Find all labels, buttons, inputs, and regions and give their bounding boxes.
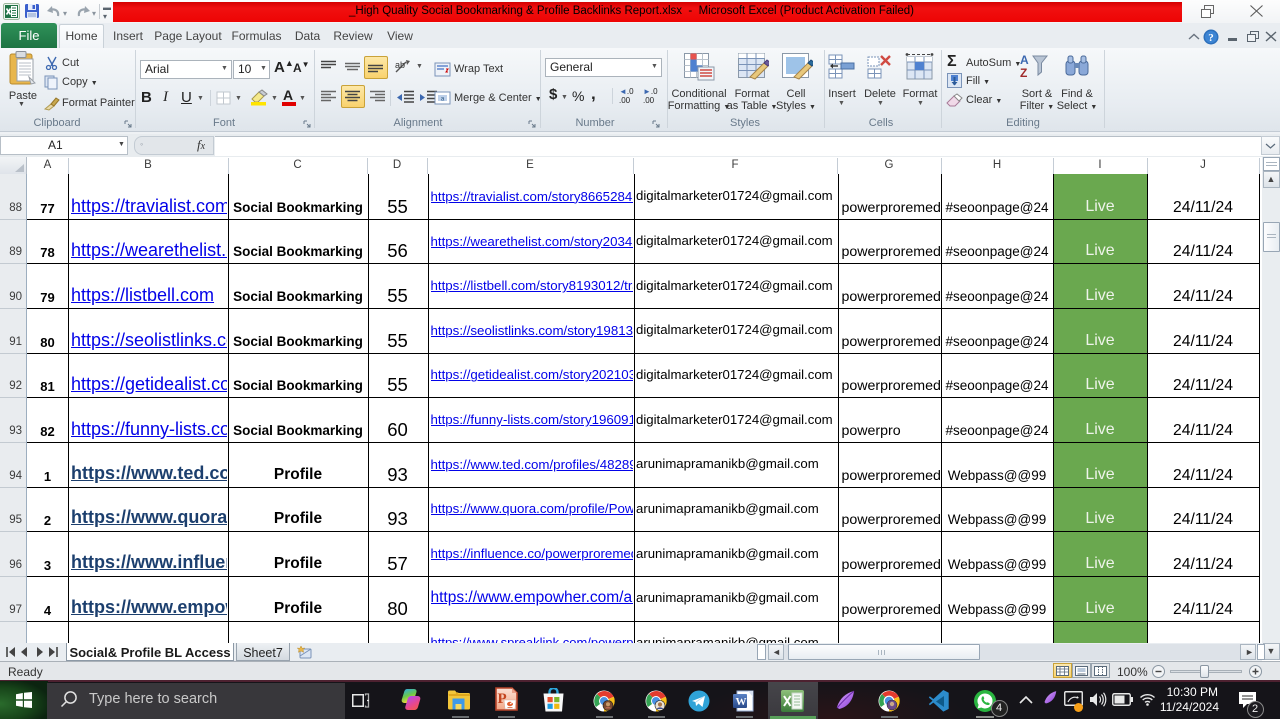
- svg-text:W: W: [736, 696, 747, 708]
